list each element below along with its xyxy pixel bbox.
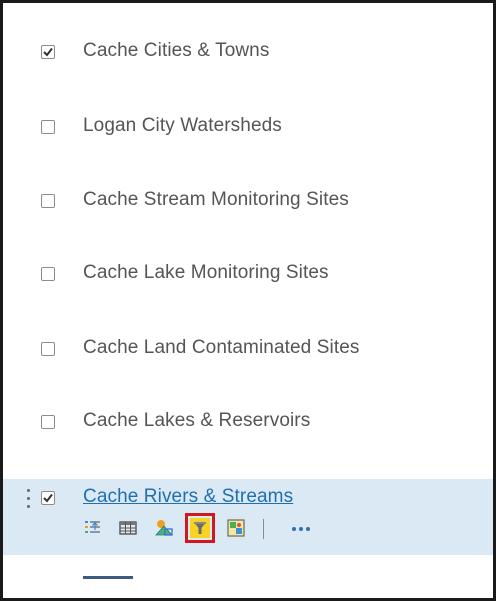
- layer-toolbar: [83, 513, 343, 543]
- perform-analysis-icon[interactable]: [226, 518, 246, 538]
- layer-label: Cache Land Contaminated Sites: [83, 337, 360, 358]
- layer-item-cache-rivers-streams[interactable]: Cache Rivers & Streams: [3, 479, 493, 555]
- layer-label: Cache Stream Monitoring Sites: [83, 189, 349, 210]
- layer-visibility-checkbox[interactable]: [41, 120, 55, 134]
- layer-visibility-checkbox[interactable]: [41, 267, 55, 281]
- layers-panel: Cache Cities & Towns Logan City Watershe…: [0, 0, 496, 601]
- layer-visibility-checkbox[interactable]: [41, 491, 55, 505]
- layer-item-cache-cities-towns[interactable]: Cache Cities & Towns: [3, 33, 493, 73]
- table-icon[interactable]: [118, 518, 138, 538]
- layer-label: Logan City Watersheds: [83, 115, 282, 136]
- filter-icon[interactable]: [185, 513, 215, 543]
- layer-item-cache-lakes-reservoirs[interactable]: Cache Lakes & Reservoirs: [3, 403, 493, 443]
- layer-item-cache-land-contaminated-sites[interactable]: Cache Land Contaminated Sites: [3, 330, 493, 370]
- layer-label: Cache Cities & Towns: [83, 40, 270, 61]
- layer-visibility-checkbox[interactable]: [41, 45, 55, 59]
- layer-item-cache-lake-monitoring-sites[interactable]: Cache Lake Monitoring Sites: [3, 255, 493, 295]
- layer-label: Cache Lake Monitoring Sites: [83, 262, 329, 283]
- legend-icon[interactable]: [83, 518, 103, 538]
- layer-label: Cache Lakes & Reservoirs: [83, 410, 311, 431]
- layer-visibility-checkbox[interactable]: [41, 415, 55, 429]
- drag-handle-icon[interactable]: [27, 489, 31, 511]
- scroll-indicator: [83, 576, 133, 579]
- layer-visibility-checkbox[interactable]: [41, 194, 55, 208]
- checkmark-icon: [43, 47, 53, 57]
- layer-visibility-checkbox[interactable]: [41, 342, 55, 356]
- layer-item-logan-city-watersheds[interactable]: Logan City Watersheds: [3, 108, 493, 148]
- checkmark-icon: [43, 493, 53, 503]
- change-style-icon[interactable]: [154, 518, 174, 538]
- layer-item-cache-stream-monitoring-sites[interactable]: Cache Stream Monitoring Sites: [3, 182, 493, 222]
- layer-title-link[interactable]: Cache Rivers & Streams: [83, 486, 293, 508]
- toolbar-divider: [263, 519, 264, 539]
- more-options-icon[interactable]: [288, 518, 314, 538]
